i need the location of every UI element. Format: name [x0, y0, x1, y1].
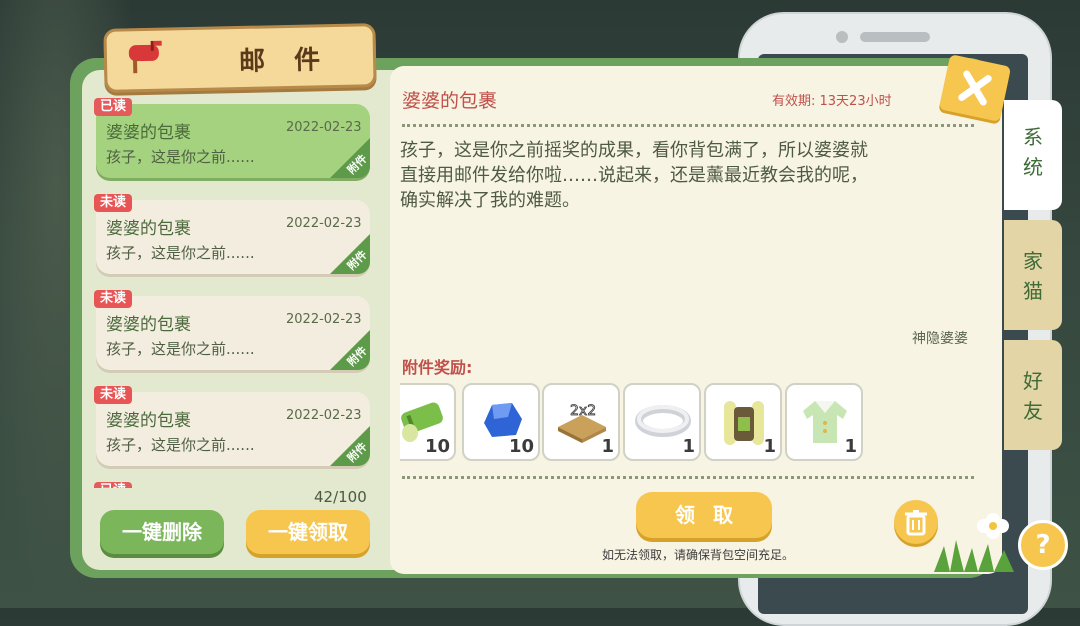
- tab-friends[interactable]: 好友: [1004, 340, 1062, 450]
- detail-title: 婆婆的包裹: [402, 90, 498, 112]
- validity-text: 有效期: 13天23小时: [772, 94, 892, 109]
- reward-item-slot[interactable]: 1: [785, 383, 863, 461]
- reward-item-qty: 1: [601, 436, 614, 457]
- trash-icon: [905, 510, 927, 536]
- reward-item-qty: 1: [682, 436, 695, 457]
- mail-item-date: 2022-02-23: [286, 312, 362, 327]
- mail-header-sign: 邮 件: [103, 23, 377, 93]
- reward-item-qty: 1: [844, 436, 857, 457]
- mail-item-preview: 孩子，这是你之前......: [106, 148, 255, 166]
- unread-status-tag: 未读: [94, 386, 133, 404]
- mail-list-item[interactable]: 未读 婆婆的包裹 2022-02-23 孩子，这是你之前...... 附件: [94, 386, 370, 466]
- claim-note: 如无法领取，请确保背包空间充足。: [602, 548, 795, 562]
- reward-item-qty: 10: [424, 436, 450, 457]
- sender-name: 神隐婆婆: [912, 331, 968, 347]
- mail-item-title: 婆婆的包裹: [106, 219, 191, 239]
- svg-text:2x2: 2x2: [570, 403, 596, 419]
- mail-item-title: 婆婆的包裹: [106, 315, 191, 335]
- reward-item-qty: 10: [508, 436, 534, 457]
- divider: [402, 124, 974, 127]
- unread-status-tag: 未读: [94, 194, 133, 212]
- delete-all-button[interactable]: 一键删除: [100, 510, 224, 554]
- read-status-tag: 已读: [94, 98, 133, 116]
- mail-list-item[interactable]: 未读 婆婆的包裹 2022-02-23 孩子，这是你之前...... 附件: [94, 290, 370, 370]
- mail-list-item[interactable]: 未读 婆婆的包裹 2022-02-23 孩子，这是你之前...... 附件: [94, 194, 370, 274]
- reward-item-slot[interactable]: 2x2 1: [542, 383, 620, 461]
- mail-item-title: 婆婆的包裹: [106, 123, 191, 143]
- flower-icon: [977, 513, 1009, 539]
- reward-item-slot[interactable]: 1: [623, 383, 701, 461]
- mail-item-preview: 孩子，这是你之前......: [106, 340, 255, 358]
- mail-item-preview: 孩子，这是你之前......: [106, 436, 255, 454]
- unread-status-tag: 未读: [94, 290, 133, 308]
- mail-header-title: 邮 件: [238, 45, 331, 78]
- divider: [402, 476, 974, 479]
- reward-item-slot[interactable]: 1: [704, 383, 782, 461]
- mailbox-icon: [128, 40, 162, 74]
- claim-all-button[interactable]: 一键领取: [246, 510, 370, 554]
- mail-list[interactable]: 已读 婆婆的包裹 2022-02-23 孩子，这是你之前...... 附件 未读…: [84, 90, 384, 488]
- reward-item-slot[interactable]: 10: [400, 383, 456, 461]
- tab-label: 好友: [1023, 369, 1043, 423]
- tab-cat[interactable]: 家猫: [1004, 220, 1062, 330]
- mail-item-date: 2022-02-23: [286, 216, 362, 231]
- mail-item-preview: 孩子，这是你之前......: [106, 244, 255, 262]
- phone-speaker: [860, 32, 930, 42]
- mail-list-item[interactable]: 已读 婆婆的包裹 2022-02-23 孩子，这是你之前...... 附件: [94, 98, 370, 178]
- help-button[interactable]: ?: [1018, 520, 1068, 570]
- mail-item-date: 2022-02-23: [286, 120, 362, 135]
- delete-mail-button[interactable]: [894, 500, 938, 544]
- reward-item-slot[interactable]: 10: [462, 383, 540, 461]
- mail-item-date: 2022-02-23: [286, 408, 362, 423]
- attachment-heading: 附件奖励:: [402, 358, 473, 377]
- mail-body-text: 孩子，这是你之前摇奖的成果，看你背包满了，所以婆婆就 直接用邮件发给你啦……说起…: [400, 140, 868, 211]
- mail-item-title: 婆婆的包裹: [106, 411, 191, 431]
- read-status-tag: 已读: [94, 482, 133, 488]
- tab-label: 系统: [1023, 125, 1043, 179]
- mail-count: 42/100: [314, 488, 367, 506]
- reward-item-qty: 1: [763, 436, 776, 457]
- claim-button[interactable]: 领取: [636, 492, 772, 538]
- tab-label: 家猫: [1023, 249, 1043, 303]
- phone-camera: [836, 31, 848, 43]
- tab-system[interactable]: 系统: [1004, 100, 1062, 210]
